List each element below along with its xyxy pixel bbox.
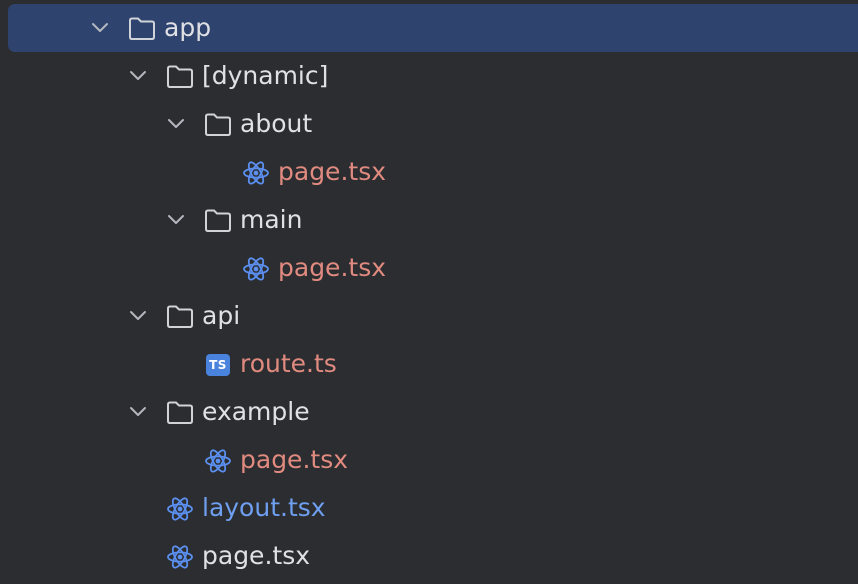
tree-label-main-page[interactable]: page.tsx — [278, 253, 386, 283]
folder-icon — [167, 65, 193, 88]
tree-label-app-page[interactable]: page.tsx — [202, 541, 310, 571]
folder-icon — [205, 209, 231, 232]
react-icon — [167, 545, 193, 569]
tree-label-about[interactable]: about — [240, 109, 312, 139]
react-icon — [167, 497, 193, 521]
tree-label-route[interactable]: route.ts — [240, 349, 337, 379]
folder-icon — [205, 113, 231, 136]
tree-label-layout[interactable]: layout.tsx — [202, 493, 326, 523]
tree-label-example[interactable]: example — [202, 397, 310, 427]
tree-label-main[interactable]: main — [240, 205, 302, 235]
chevron-down-icon[interactable] — [127, 65, 149, 87]
tree-row-example-page[interactable] — [0, 436, 858, 484]
tree-label-app[interactable]: app — [164, 13, 211, 43]
folder-icon — [167, 401, 193, 424]
chevron-down-icon[interactable] — [127, 305, 149, 327]
tree-row-main[interactable] — [0, 196, 858, 244]
chevron-down-icon[interactable] — [127, 401, 149, 423]
tree-row-layout[interactable] — [0, 484, 858, 532]
typescript-icon: TS — [206, 354, 230, 376]
react-icon — [243, 257, 269, 281]
tree-label-example-page[interactable]: page.tsx — [240, 445, 348, 475]
tree-row-about-page[interactable] — [0, 148, 858, 196]
tree-row-main-page[interactable] — [0, 244, 858, 292]
tree-label-dynamic[interactable]: [dynamic] — [202, 61, 328, 91]
tree-row-about[interactable] — [0, 100, 858, 148]
project-tree: app [dynamic] about page.tsx main page.t… — [0, 0, 858, 584]
folder-icon — [167, 305, 193, 328]
tree-row-route[interactable] — [0, 340, 858, 388]
tree-label-api[interactable]: api — [202, 301, 240, 331]
react-icon — [205, 449, 231, 473]
react-icon — [243, 161, 269, 185]
chevron-down-icon[interactable] — [165, 209, 187, 231]
chevron-down-icon[interactable] — [89, 17, 111, 39]
chevron-down-icon[interactable] — [165, 113, 187, 135]
tree-label-about-page[interactable]: page.tsx — [278, 157, 386, 187]
folder-icon — [129, 17, 155, 40]
tree-row-app-page[interactable] — [0, 532, 858, 580]
